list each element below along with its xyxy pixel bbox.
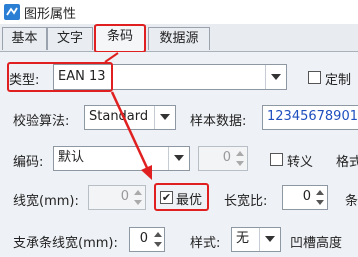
arrow-line bbox=[110, 91, 150, 171]
connector-line bbox=[104, 52, 119, 63]
annotation-arrows bbox=[104, 52, 152, 180]
